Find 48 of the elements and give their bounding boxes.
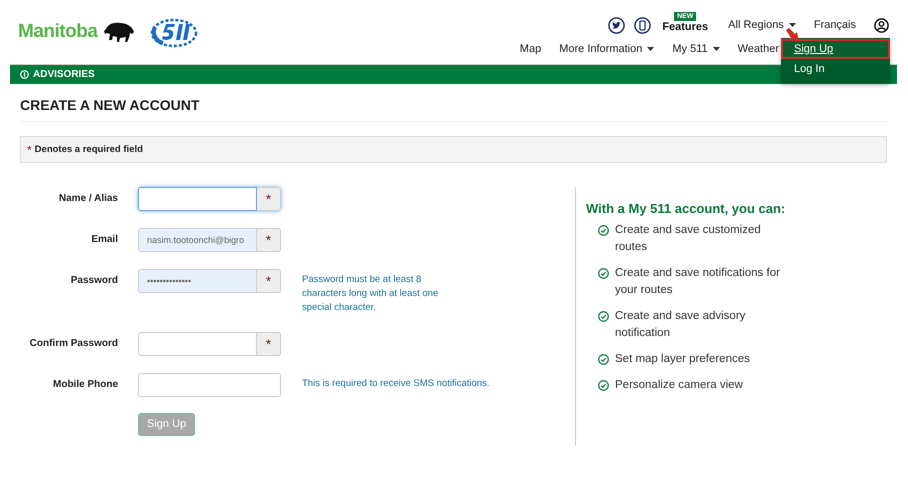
caret-icon — [712, 47, 720, 51]
nav-link[interactable]: Weather — [738, 43, 779, 55]
logo-text: Manitoba — [18, 21, 98, 43]
menu-item[interactable]: Sign Up — [781, 39, 890, 59]
nav-link[interactable]: More Information — [559, 43, 654, 55]
info-icon — [20, 70, 29, 79]
check-circle-icon — [598, 311, 609, 322]
advisories-link[interactable]: ADVISORIES — [33, 69, 95, 80]
required-mark: * — [257, 332, 281, 356]
benefit-item: Create and save advisory notification — [615, 309, 746, 341]
nav-link[interactable]: My 511 — [672, 43, 720, 55]
menu-item[interactable]: Log In — [781, 59, 890, 79]
required-note: Denotes a required field — [34, 144, 143, 155]
features-link[interactable]: Features — [662, 20, 708, 32]
required-mark: * — [257, 228, 281, 252]
input-field[interactable] — [138, 373, 281, 397]
benefit-item: Personalize camera view — [615, 378, 744, 393]
required-mark: * — [257, 187, 281, 211]
mobile-phone-icon[interactable] — [634, 16, 652, 34]
required-mark: * — [257, 269, 281, 293]
input-field[interactable] — [138, 187, 257, 211]
help-text: This is required to receive SMS notifications. — [302, 377, 490, 391]
input-field[interactable] — [138, 332, 257, 356]
caret-icon — [647, 47, 654, 51]
benefit-item: Create and save customized routes — [615, 223, 762, 255]
benefit-item: Create and save notifications for your routes — [615, 266, 781, 298]
help-text: Password must be at least 8 characters long with at least one special character. — [302, 273, 440, 315]
page-title: CREATE A NEW ACCOUNT — [20, 84, 887, 122]
regions-dropdown[interactable]: All Regions — [728, 19, 796, 31]
check-circle-icon — [598, 380, 609, 391]
field-label: Name / Alias — [58, 192, 118, 206]
field-label: Mobile Phone — [52, 378, 118, 392]
field-label: Confirm Password — [28, 337, 118, 351]
pointer-arrow-icon — [785, 27, 801, 43]
check-circle-icon — [598, 354, 609, 365]
twitter-icon[interactable] — [608, 16, 626, 34]
field-label: Email — [90, 233, 118, 247]
language-link[interactable]: Français — [814, 19, 856, 31]
check-circle-icon — [598, 225, 609, 236]
nav-link[interactable]: Map — [520, 43, 542, 55]
input-field[interactable]: nasim.tootoonchi@bigro — [138, 228, 257, 252]
check-circle-icon — [598, 268, 609, 279]
field-label: Password — [70, 274, 118, 288]
benefit-item: Set map layer preferences — [615, 352, 751, 367]
required-mark: * — [27, 142, 32, 156]
input-field[interactable]: •••••••••••••• — [138, 269, 257, 293]
benefits-heading: With a My 511 account, you can: — [586, 201, 786, 216]
user-account-icon[interactable] — [874, 18, 889, 32]
